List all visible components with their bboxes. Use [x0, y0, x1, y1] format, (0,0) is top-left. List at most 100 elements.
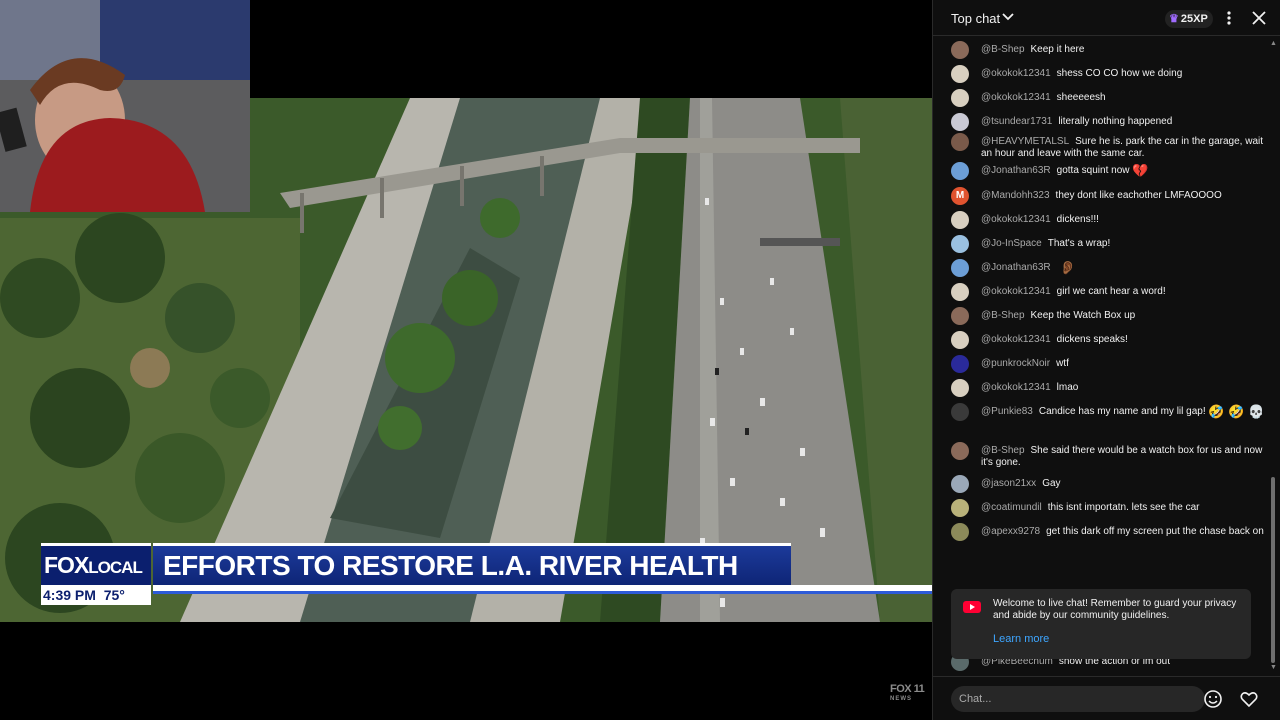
message-author[interactable]: @jason21xx [981, 478, 1036, 489]
welcome-notice: Welcome to live chat! Remember to guard … [951, 589, 1251, 659]
avatar[interactable] [951, 307, 969, 325]
avatar[interactable] [951, 65, 969, 83]
message-body: @okokok12341 shess CO CO how we doing [981, 68, 1271, 80]
time-temp: 4:39 PM 75° [41, 585, 151, 605]
message-author[interactable]: @okokok12341 [981, 68, 1051, 79]
message-author[interactable]: @Jonathan63R [981, 262, 1051, 273]
message-body: @okokok12341 sheeeeesh [981, 92, 1271, 104]
message-author[interactable]: @HEAVYMETALSL [981, 136, 1069, 147]
chat-header: Top chat ♛ 25XP [933, 0, 1280, 36]
avatar[interactable] [951, 283, 969, 301]
message-text: dickens!!! [1056, 214, 1099, 225]
learn-more-link[interactable]: Learn more [993, 633, 1049, 645]
scroll-up-arrow-icon[interactable]: ▲ [1270, 40, 1277, 47]
message-author[interactable]: @okokok12341 [981, 214, 1051, 225]
message-body: @Jonathan63R 👂🏾 [981, 261, 1271, 274]
more-vert-icon[interactable] [1223, 9, 1235, 27]
avatar[interactable] [951, 355, 969, 373]
message-author[interactable]: @okokok12341 [981, 334, 1051, 345]
message-author[interactable]: @B-Shep [981, 310, 1025, 321]
message-author[interactable]: @Punkie83 [981, 406, 1033, 417]
avatar[interactable] [951, 162, 969, 180]
message-text: Candice has my name and my lil gap! [1038, 406, 1206, 417]
headline: EFFORTS TO RESTORE L.A. RIVER HEALTH [153, 543, 791, 585]
fox-local-logo: FOXLOCAL [41, 543, 151, 585]
avatar[interactable] [951, 475, 969, 493]
avatar[interactable] [951, 113, 969, 131]
avatar[interactable] [951, 523, 969, 541]
message-author[interactable]: @B-Shep [981, 44, 1025, 55]
message-author[interactable]: @punkrockNoir [981, 358, 1050, 369]
chat-mode-title[interactable]: Top chat [951, 11, 1000, 26]
message-text: sheeeeesh [1056, 92, 1106, 103]
message-body: @Punkie83 Candice has my name and my lil … [981, 405, 1271, 418]
webcam-overlay [0, 0, 250, 212]
scrollbar-thumb[interactable] [1271, 477, 1275, 663]
message-author[interactable]: @tsundear1731 [981, 116, 1052, 127]
news-lower-third: FOXLOCAL 4:39 PM 75° EFFORTS TO RESTORE … [41, 543, 932, 605]
logo-sub-text: LOCAL [88, 558, 143, 577]
message-author[interactable]: @coatimundil [981, 502, 1042, 513]
broadcast-temperature: 75° [103, 587, 125, 603]
avatar[interactable] [951, 403, 969, 421]
avatar[interactable] [951, 442, 969, 460]
message-body: @Mandohh323 they dont like eachother LMFA… [981, 190, 1271, 202]
avatar[interactable] [951, 379, 969, 397]
message-text: dickens speaks! [1056, 334, 1128, 345]
message-text: shess CO CO how we doing [1056, 68, 1183, 79]
message-body: @punkrockNoir wtf [981, 358, 1271, 370]
message-author[interactable]: @okokok12341 [981, 382, 1051, 393]
message-emoji: 💔 [1132, 163, 1149, 178]
message-body: @B-Shep She said there would be a watch b… [981, 445, 1271, 469]
chat-message-list[interactable]: @B-Shep Keep it here @okokok12341 shess CO … [933, 37, 1273, 675]
avatar[interactable] [951, 235, 969, 253]
message-text: Gay [1042, 478, 1061, 489]
avatar[interactable] [951, 259, 969, 277]
message-text: lmao [1056, 382, 1079, 393]
chat-input[interactable] [951, 686, 1205, 712]
message-text: girl we cant hear a word! [1056, 286, 1166, 297]
message-text: they dont like eachother LMFAOOOO [1055, 190, 1222, 201]
xp-value: 25XP [1180, 13, 1208, 25]
fox11-watermark: FOX 11 NEWS [890, 684, 925, 704]
avatar[interactable] [951, 499, 969, 517]
message-author[interactable]: @B-Shep [981, 445, 1025, 456]
youtube-icon [963, 601, 981, 613]
app-window: FOXLOCAL 4:39 PM 75° EFFORTS TO RESTORE … [0, 0, 1280, 720]
chevron-down-icon[interactable] [1002, 12, 1014, 22]
video-player[interactable]: FOXLOCAL 4:39 PM 75° EFFORTS TO RESTORE … [0, 0, 932, 720]
message-body: @Jo-InSpace That's a wrap! [981, 238, 1271, 250]
message-text: literally nothing happened [1058, 116, 1173, 127]
message-body: @HEAVYMETALSL Sure he is. park the car in… [981, 136, 1271, 160]
close-icon[interactable] [1251, 10, 1267, 26]
xp-badge[interactable]: ♛ 25XP [1165, 10, 1213, 28]
message-text: gotta squint now [1056, 165, 1130, 176]
avatar[interactable]: M [951, 187, 969, 205]
message-author[interactable]: @Jo-InSpace [981, 238, 1042, 249]
message-text: this isnt importatn. lets see the car [1047, 502, 1200, 513]
message-body: @okokok12341 dickens speaks! [981, 334, 1271, 346]
avatar[interactable] [951, 41, 969, 59]
avatar[interactable] [951, 211, 969, 229]
message-text: wtf [1056, 358, 1069, 369]
message-author[interactable]: @Mandohh323 [981, 190, 1050, 201]
watermark-sub: NEWS [890, 696, 912, 702]
avatar[interactable] [951, 133, 969, 151]
scroll-down-arrow-icon[interactable]: ▼ [1270, 664, 1277, 671]
message-author[interactable]: @okokok12341 [981, 286, 1051, 297]
message-body: @tsundear1731 literally nothing happened [981, 116, 1271, 128]
emoji-icon[interactable] [1203, 689, 1223, 709]
message-text: Keep it here [1030, 44, 1085, 55]
message-author[interactable]: @Jonathan63R [981, 165, 1051, 176]
welcome-text: Welcome to live chat! Remember to guard … [993, 598, 1237, 621]
message-author[interactable]: @apexx9278 [981, 526, 1040, 537]
heart-icon[interactable] [1239, 689, 1259, 709]
headline-accent [153, 591, 932, 594]
message-author[interactable]: @okokok12341 [981, 92, 1051, 103]
avatar[interactable] [951, 89, 969, 107]
avatar[interactable] [951, 331, 969, 349]
message-text: get this dark off my screen put the chas… [1046, 526, 1264, 537]
live-chat-panel: Top chat ♛ 25XP @B-Shep Keep it here @okoko… [932, 0, 1280, 720]
logo-main-text: FOX [44, 552, 89, 578]
broadcast-time: 4:39 PM [43, 587, 96, 603]
